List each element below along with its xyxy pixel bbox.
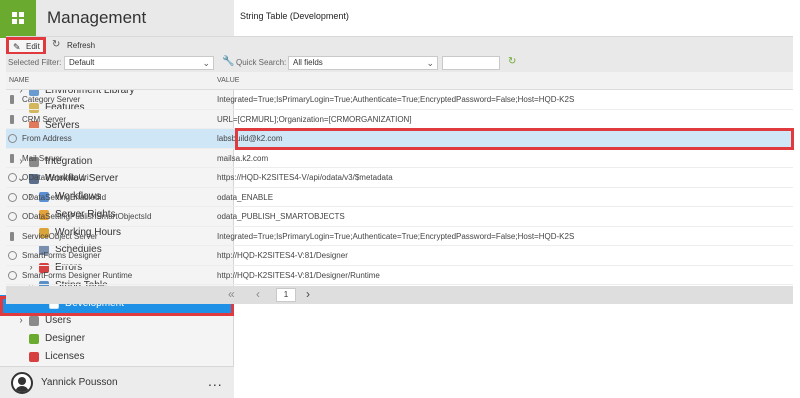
globe-icon (8, 173, 17, 182)
selected-filter-select[interactable]: Default ⌄ (64, 56, 214, 70)
table-header: NAME VALUE (6, 72, 793, 90)
brand-header: Management (0, 0, 234, 38)
app-title: Management (47, 8, 147, 27)
server-icon (10, 231, 14, 241)
chevron-down-icon: ⌄ (202, 58, 210, 68)
row-name: Mail Server (22, 153, 63, 163)
row-value: Integrated=True;IsPrimaryLogin=True;Auth… (217, 231, 575, 241)
row-name: SmartForms Designer Runtime (22, 270, 133, 280)
server-icon (10, 114, 14, 124)
selected-filter-value: Default (69, 58, 95, 67)
user-name: Yannick Pousson (41, 377, 118, 388)
row-name: From Address (22, 134, 72, 143)
table-row[interactable]: ODataMetadataUri https://HQD-K2SITES4-V/a… (6, 168, 793, 188)
column-header-value[interactable]: VALUE (217, 77, 239, 84)
sidebar-item-licenses[interactable]: Licenses (0, 348, 234, 366)
search-refresh-icon[interactable]: ↻ (508, 56, 516, 67)
pager: « ‹ 1 › (6, 286, 793, 304)
toolbar: ✎ Edit ↻ Refresh (6, 36, 793, 55)
sidebar-item-label: Designer (45, 333, 86, 344)
row-name: ServiceObject Server (22, 231, 98, 241)
next-page-icon[interactable]: › (306, 287, 310, 301)
row-name: CRM Server (22, 114, 67, 124)
filter-bar: Selected Filter: Default ⌄ 🔧 Quick Searc… (6, 54, 793, 72)
sidebar-item-label: Licenses (45, 350, 85, 362)
server-icon (10, 153, 14, 163)
globe-icon (8, 270, 17, 280)
designer-icon (29, 334, 39, 344)
column-header-name[interactable]: NAME (9, 77, 29, 84)
row-value: odata_ENABLE (217, 192, 274, 202)
table-row[interactable]: Mail Server mailsa.k2.com (6, 149, 793, 168)
avatar[interactable] (11, 372, 33, 394)
sidebar-item-label: Users (45, 315, 72, 327)
edit-button[interactable]: ✎ Edit (6, 37, 46, 55)
refresh-button-label: Refresh (67, 41, 96, 50)
chevron-right-icon[interactable]: › (17, 312, 25, 330)
edit-button-label: Edit (26, 42, 40, 51)
prev-page-icon[interactable]: ‹ (256, 287, 260, 301)
app-logo-icon[interactable] (0, 0, 36, 38)
row-value: mailsa.k2.com (217, 153, 269, 163)
quick-search-label: Quick Search: (236, 58, 287, 67)
row-value: odata_PUBLISH_SMARTOBJECTS (217, 212, 345, 221)
table-row[interactable]: ODataSettingEnabledId odata_ENABLE (6, 188, 793, 207)
table-row[interactable]: SmartForms Designer Runtime http://HQD-K2… (6, 266, 793, 285)
globe-icon (8, 192, 17, 202)
refresh-icon: ↻ (52, 39, 61, 50)
row-value: labsbuild@k2.com (217, 134, 283, 143)
row-name: ODataSettingPublishSmartObjectsId (22, 212, 152, 221)
sidebar-item-users[interactable]: › Users (0, 312, 234, 330)
page-title: String Table (Development) (240, 11, 349, 21)
globe-icon (8, 251, 17, 260)
table-row[interactable]: From Address labsbuild@k2.com (6, 129, 793, 149)
pencil-icon: ✎ (13, 42, 21, 52)
row-value: Integrated=True;IsPrimaryLogin=True;Auth… (217, 95, 575, 104)
sidebar-item-designer[interactable]: Designer (0, 330, 234, 348)
globe-icon (8, 212, 17, 221)
more-menu-icon[interactable]: ... (208, 373, 223, 389)
quick-search-value: All fields (293, 58, 323, 67)
table-row[interactable]: Category Server Integrated=True;IsPrimary… (6, 90, 793, 110)
refresh-button[interactable]: ↻ Refresh (52, 39, 112, 52)
table-row[interactable]: SmartForms Designer http://HQD-K2SITES4-V… (6, 246, 793, 266)
chevron-down-icon: ⌄ (426, 58, 434, 68)
table-row[interactable]: CRM Server URL=[CRMURL];Organization=[CRM… (6, 110, 793, 129)
page-number-input[interactable]: 1 (276, 288, 296, 302)
server-icon (10, 95, 14, 104)
table-row[interactable]: ServiceObject Server Integrated=True;IsPr… (6, 227, 793, 246)
wrench-icon: 🔧 (222, 56, 235, 67)
row-value: URL=[CRMURL];Organization=[CRMORGANIZATI… (217, 114, 412, 124)
quick-search-select[interactable]: All fields ⌄ (288, 56, 438, 70)
row-name: Category Server (22, 95, 81, 104)
globe-icon (8, 134, 17, 143)
user-bar: Yannick Pousson ... (0, 366, 234, 398)
users-icon (29, 316, 39, 327)
search-input[interactable] (442, 56, 500, 70)
row-name: ODataMetadataUri (22, 173, 89, 182)
row-value: http://HQD-K2SITES4-V:81/Designer/Runtim… (217, 270, 380, 280)
row-name: ODataSettingEnabledId (22, 192, 107, 202)
license-icon (29, 351, 39, 362)
row-value: https://HQD-K2SITES4-V/api/odata/v3/$met… (217, 173, 393, 182)
row-name: SmartForms Designer (22, 251, 101, 260)
selected-filter-label: Selected Filter: (8, 58, 62, 67)
table-row[interactable]: ODataSettingPublishSmartObjectsId odata_P… (6, 207, 793, 227)
first-page-icon[interactable]: « (228, 287, 235, 301)
row-value: http://HQD-K2SITES4-V:81/Designer (217, 251, 348, 260)
